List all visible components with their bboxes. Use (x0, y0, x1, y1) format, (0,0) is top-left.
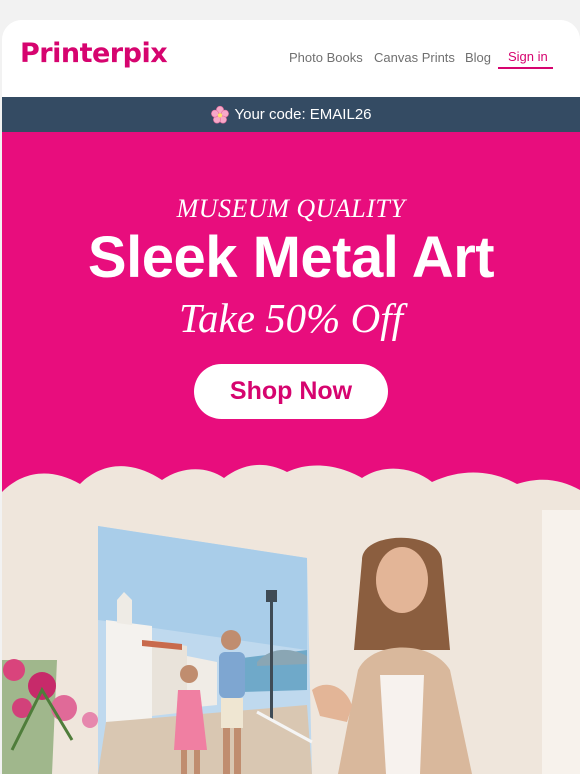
shop-now-button[interactable]: Shop Now (194, 364, 388, 419)
nav-canvas-prints[interactable]: Canvas Prints (374, 50, 455, 65)
nav-sign-in[interactable]: Sign in (508, 49, 548, 64)
cherry-blossom-icon (211, 105, 230, 123)
brand-logo[interactable]: Printerpix (20, 38, 168, 69)
hero-kicker: MUSEUM QUALITY (176, 194, 406, 223)
email-card: Printerpix Photo Books Canvas Prints Blo… (2, 20, 580, 774)
promo-code-text: Your code: EMAIL26 (234, 106, 372, 123)
sign-in-underline (498, 67, 553, 69)
hero-headline: Sleek Metal Art (87, 225, 495, 290)
promo-code-bar: Your code: EMAIL26 (2, 97, 580, 132)
metal-print (98, 526, 313, 774)
hero-photo[interactable] (2, 450, 580, 774)
hero-subhead: Take 50% Off (179, 295, 403, 341)
window-light (542, 510, 580, 774)
nav-photo-books[interactable]: Photo Books (289, 50, 363, 65)
hero-banner: MUSEUM QUALITY Sleek Metal Art Take 50% … (2, 132, 580, 492)
nav-blog[interactable]: Blog (465, 50, 491, 65)
header: Printerpix Photo Books Canvas Prints Blo… (2, 20, 580, 97)
